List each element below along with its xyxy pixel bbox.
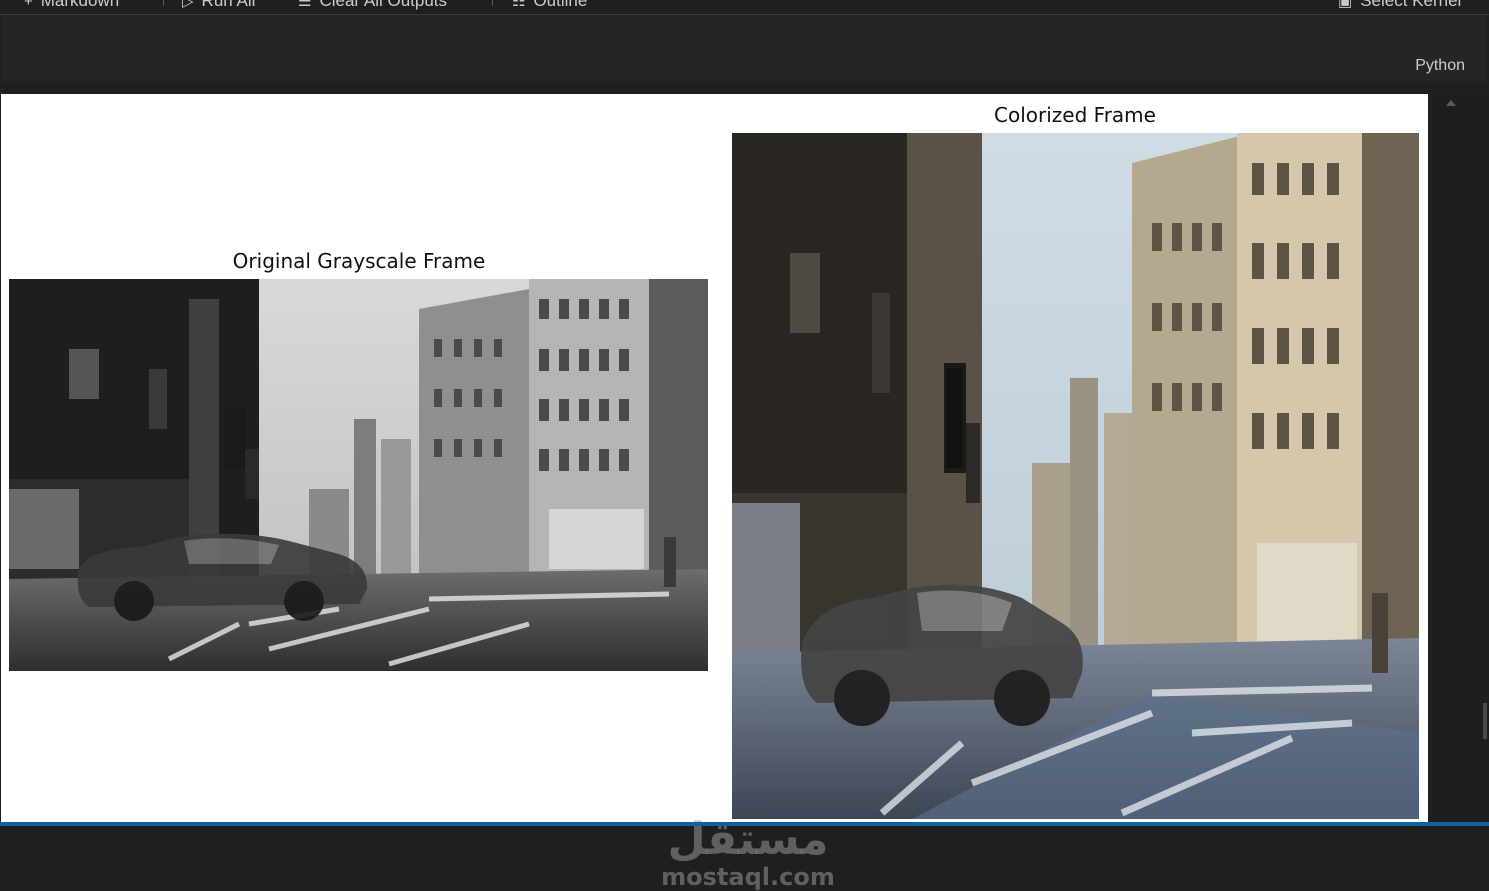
cell-gap xyxy=(0,81,1489,94)
select-kernel-label: Select Kernel xyxy=(1360,0,1462,10)
bottom-accent-bar xyxy=(0,822,1489,826)
clear-outputs-button[interactable]: ☰ Clear All Outputs xyxy=(298,0,447,11)
grayscale-frame-image xyxy=(9,279,708,671)
code-cell[interactable]: Python xyxy=(1,14,1487,82)
colorized-frame-title: Colorized Frame xyxy=(994,103,1156,127)
colorized-frame-image xyxy=(732,133,1419,819)
outline-icon: ☷ xyxy=(512,0,526,10)
toolbar-divider xyxy=(163,0,164,6)
cell-output: Original Grayscale Frame Colorized Frame… xyxy=(1,94,1428,890)
select-kernel-button[interactable]: ▣ Select Kernel xyxy=(1338,0,1461,11)
mostaql-watermark: مستقل mostaql.com xyxy=(653,816,843,891)
clear-outputs-icon: ☰ xyxy=(298,0,312,10)
outline-button[interactable]: ☷ Outline xyxy=(512,0,587,11)
plus-icon: + xyxy=(24,0,33,10)
run-all-label: Run All xyxy=(201,0,256,10)
run-all-icon: ▷ xyxy=(182,0,194,10)
cell-language-label[interactable]: Python xyxy=(1415,57,1465,75)
watermark-latin: mostaql.com xyxy=(661,863,835,891)
run-all-button[interactable]: ▷ Run All xyxy=(182,0,255,11)
scroll-up-arrow-icon[interactable] xyxy=(1446,100,1456,106)
kernel-icon: ▣ xyxy=(1338,0,1353,10)
output-scrollbar[interactable] xyxy=(1430,94,1489,822)
notebook-toolbar: + Markdown ▷ Run All ☰ Clear All Outputs… xyxy=(0,0,1489,15)
clear-outputs-label: Clear All Outputs xyxy=(319,0,448,10)
toolbar-divider xyxy=(492,0,493,6)
add-markdown-button[interactable]: + Markdown xyxy=(24,0,119,11)
outline-label: Outline xyxy=(533,0,588,10)
add-markdown-label: Markdown xyxy=(40,0,120,10)
scrollbar-thumb[interactable] xyxy=(1483,703,1487,739)
grayscale-frame-title: Original Grayscale Frame xyxy=(232,249,486,273)
